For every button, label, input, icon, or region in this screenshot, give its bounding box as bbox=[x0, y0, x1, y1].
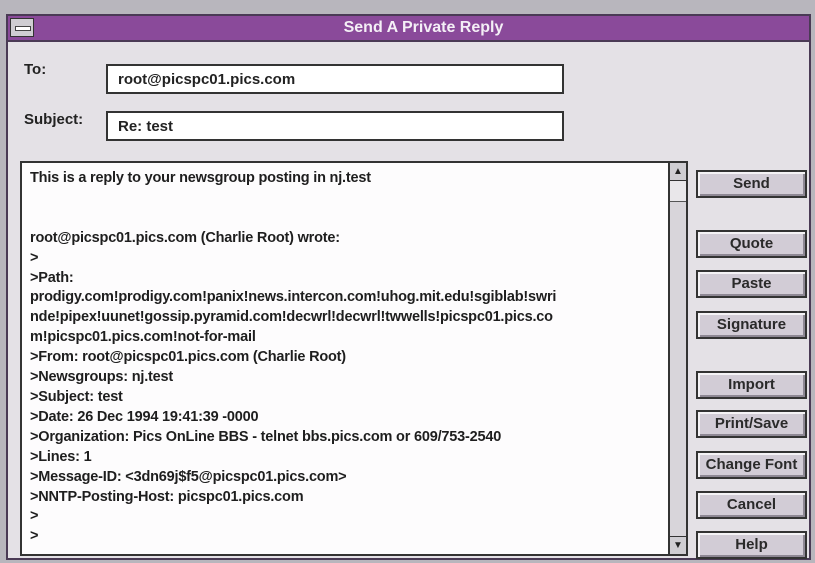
message-line: > bbox=[30, 249, 39, 266]
window-title: Send A Private Reply bbox=[343, 19, 504, 36]
to-label: To: bbox=[24, 61, 47, 78]
subject-field[interactable]: Re: test bbox=[106, 111, 564, 141]
message-line: >Message-ID: <3dn69j$f5@picspc01.pics.co… bbox=[30, 468, 347, 485]
import-button[interactable]: Import bbox=[696, 371, 807, 399]
message-line: >Path: bbox=[30, 269, 74, 286]
message-line: root@picspc01.pics.com (Charlie Root) wr… bbox=[30, 229, 340, 246]
subject-label: Subject: bbox=[24, 111, 84, 128]
scroll-thumb[interactable] bbox=[670, 181, 686, 202]
message-line: >Subject: test bbox=[30, 388, 123, 405]
send-private-reply-dialog: Send A Private Reply To: root@picspc01.p… bbox=[6, 14, 811, 560]
message-line: >Organization: Pics OnLine BBS - telnet … bbox=[30, 428, 502, 445]
to-field[interactable]: root@picspc01.pics.com bbox=[106, 64, 564, 94]
message-line: m!picspc01.pics.com!not-for-mail bbox=[30, 329, 256, 346]
message-line bbox=[30, 209, 668, 229]
paste-button[interactable]: Paste bbox=[696, 270, 807, 298]
signature-button[interactable]: Signature bbox=[696, 311, 807, 339]
system-menu-icon bbox=[15, 26, 31, 31]
quote-button[interactable]: Quote bbox=[696, 230, 807, 258]
change-font-button[interactable]: Change Font bbox=[696, 451, 807, 479]
message-line: >Lines: 1 bbox=[30, 448, 92, 465]
print-save-button[interactable]: Print/Save bbox=[696, 410, 807, 438]
message-body-textarea[interactable]: This is a reply to your newsgroup postin… bbox=[20, 161, 688, 556]
message-line: prodigy.com!prodigy.com!panix!news.inter… bbox=[30, 289, 557, 306]
message-line: > bbox=[30, 508, 39, 525]
message-line: >From: root@picspc01.pics.com (Charlie R… bbox=[30, 349, 346, 366]
message-line: >Date: 26 Dec 1994 19:41:39 -0000 bbox=[30, 408, 259, 425]
message-line: > bbox=[30, 528, 39, 545]
message-body-text[interactable]: This is a reply to your newsgroup postin… bbox=[30, 169, 668, 551]
message-line: >NNTP-Posting-Host: picspc01.pics.com bbox=[30, 488, 304, 505]
send-button[interactable]: Send bbox=[696, 170, 807, 198]
title-bar[interactable]: Send A Private Reply bbox=[8, 16, 809, 42]
scroll-down-arrow-icon[interactable]: ▼ bbox=[670, 536, 686, 554]
help-button[interactable]: Help bbox=[696, 531, 807, 559]
message-line: nde!pipex!uunet!gossip.pyramid.com!decwr… bbox=[30, 309, 553, 326]
message-line: >Newsgroups: nj.test bbox=[30, 369, 174, 386]
message-line bbox=[30, 189, 668, 209]
vertical-scrollbar[interactable]: ▲ ▼ bbox=[668, 163, 686, 554]
message-line: This is a reply to your newsgroup postin… bbox=[30, 170, 371, 186]
scroll-up-arrow-icon[interactable]: ▲ bbox=[670, 163, 686, 181]
system-menu-button[interactable] bbox=[10, 18, 34, 37]
cancel-button[interactable]: Cancel bbox=[696, 491, 807, 519]
